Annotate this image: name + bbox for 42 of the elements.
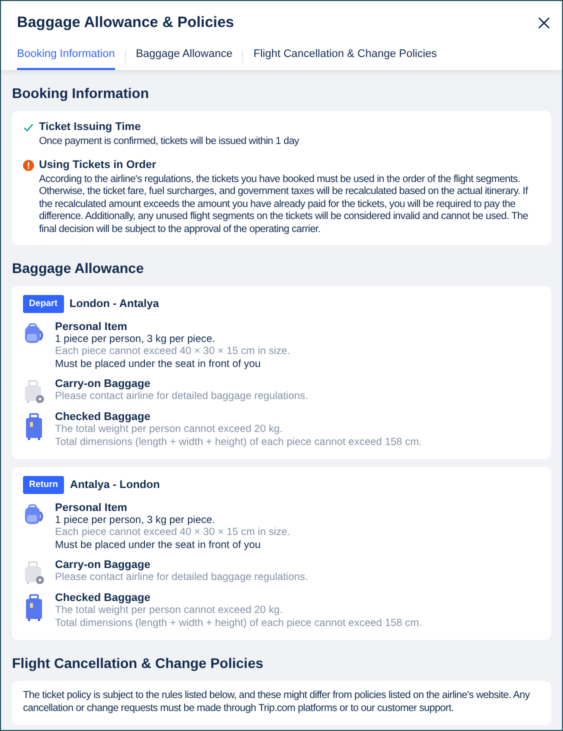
suitcase-icon — [24, 413, 44, 441]
tab[interactable]: Baggage Allowance — [136, 44, 232, 70]
section-heading: Flight Cancellation & Change Policies — [12, 654, 264, 673]
suitcase-icon — [24, 594, 44, 622]
item-detail: Please contact airline for detailed baggage regulations. — [55, 391, 308, 404]
item-detail: The total weight per person cannot exceed 20 kg. — [55, 424, 284, 436]
trip-badge: Return — [23, 476, 64, 494]
item-detail: Total dimensions (length + width + height) of each piece cannot exceed 158 cm. — [55, 618, 422, 630]
item-detail: 1 piece per person, 3 kg per piece. — [55, 334, 216, 346]
item-detail: Please contact airline for detailed baggage regulations. — [55, 572, 308, 584]
check-icon — [23, 122, 34, 133]
route-label: Antalya - London — [70, 478, 160, 492]
exclamation-icon — [23, 160, 34, 170]
item-detail: The total weight per person cannot exceed 20 kg. — [55, 605, 284, 618]
item-title: Checked Baggage — [55, 411, 152, 424]
item-title: Ticket Issuing Time — [39, 120, 142, 134]
item-detail: 1 piece per person, 3 kg per piece. — [55, 514, 216, 527]
item-description: According to the airline's regulations, the tickets you have booked must be used in the order of the flight segments. Otherwise, the ticket fare, fuel surcharges, and government taxes will be recalculated based on the actual itinerary. If the recalculated amount exceeds the amount you have already paid for the tickets, you will be required to pay the difference. Additionally, any unused flight segments on the tickets will be considered invalid and cannot be used. The final decision will be subject to the approval of the operating carrier. — [39, 174, 530, 236]
item-detail: Each piece cannot exceed 40 × 30 × 15 cm in size. — [55, 346, 290, 358]
route-label: London - Antalya — [70, 296, 159, 312]
dialog-title: Baggage Allowance & Policies — [17, 13, 234, 33]
item-detail: Must be placed under the seat in front of you — [55, 540, 262, 552]
trip-badge: Depart — [23, 295, 64, 312]
close-icon[interactable] — [538, 17, 550, 30]
suitcase-icon — [23, 561, 45, 585]
section-heading: Baggage Allowance — [12, 259, 145, 278]
item-title: Carry-on Baggage — [55, 559, 152, 572]
policy-description: The ticket policy is subject to the rules listed below, and these might differ from policies listed on the airline's website. Any cancellation or change requests must be made through Trip.com platforms or to our customer support. — [23, 690, 531, 715]
item-title: Personal Item — [55, 502, 128, 514]
item-detail: Total dimensions (length + width + height) of each piece cannot exceed 158 cm. — [55, 436, 422, 449]
section-heading: Booking Information — [12, 84, 150, 103]
item-detail: Each piece cannot exceed 40 × 30 × 15 cm in size. — [55, 527, 290, 540]
backpack-icon — [23, 504, 45, 526]
item-description: Once payment is confirmed, tickets will be issued within 1 day — [39, 136, 299, 148]
item-title: Personal Item — [55, 320, 128, 334]
item-title: Using Tickets in Order — [39, 158, 158, 172]
item-title: Checked Baggage — [55, 592, 152, 605]
tab[interactable]: Flight Cancellation & Change Policies — [253, 44, 437, 70]
suitcase-icon — [23, 380, 45, 404]
backpack-icon — [23, 322, 45, 344]
item-title: Carry-on Baggage — [55, 378, 152, 391]
item-detail: Must be placed under the seat in front of you — [55, 358, 262, 371]
